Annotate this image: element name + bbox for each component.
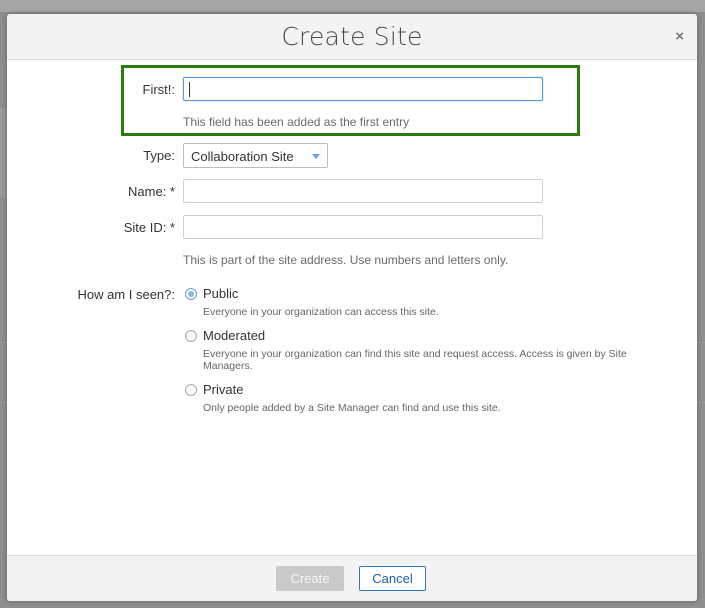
dialog-header: Create Site × — [7, 14, 697, 60]
radio-public-label[interactable]: Public — [203, 286, 238, 301]
radio-private-label[interactable]: Private — [203, 382, 243, 397]
chevron-down-icon — [312, 154, 320, 159]
close-icon[interactable]: × — [675, 28, 684, 45]
radio-public-description: Everyone in your organization can access… — [203, 306, 439, 318]
radio-moderated-label[interactable]: Moderated — [203, 328, 265, 343]
background-scrollbar — [0, 108, 7, 198]
name-input[interactable] — [183, 179, 543, 203]
type-select-value: Collaboration Site — [191, 149, 294, 164]
create-button[interactable]: Create — [276, 566, 344, 591]
text-caret — [189, 82, 190, 97]
radio-moderated[interactable] — [185, 330, 197, 342]
radio-private-description: Only people added by a Site Manager can … — [203, 402, 501, 414]
visibility-label: How am I seen?: — [77, 287, 175, 302]
background-divider — [0, 342, 7, 343]
site-id-label: Site ID: * — [123, 220, 175, 235]
first-help-text: This field has been added as the first e… — [183, 115, 410, 129]
site-id-input[interactable] — [183, 215, 543, 239]
first-input[interactable] — [183, 77, 543, 101]
radio-public[interactable] — [185, 288, 197, 300]
background-header-strip — [0, 0, 705, 12]
type-select[interactable]: Collaboration Site — [183, 143, 328, 168]
dialog-footer: Create Cancel — [7, 555, 697, 601]
site-id-help-text: This is part of the site address. Use nu… — [183, 253, 509, 267]
background-divider — [0, 402, 7, 403]
radio-moderated-description: Everyone in your organization can find t… — [203, 348, 627, 372]
radio-private[interactable] — [185, 384, 197, 396]
cancel-button[interactable]: Cancel — [359, 566, 426, 591]
name-label: Name: * — [128, 184, 175, 199]
create-site-dialog: Create Site × First!: This field has bee… — [7, 14, 697, 601]
background-divider — [697, 342, 705, 343]
first-label: First!: — [142, 82, 176, 97]
type-label: Type: — [143, 148, 175, 163]
dialog-title: Create Site — [281, 22, 423, 51]
background-divider — [697, 402, 705, 403]
